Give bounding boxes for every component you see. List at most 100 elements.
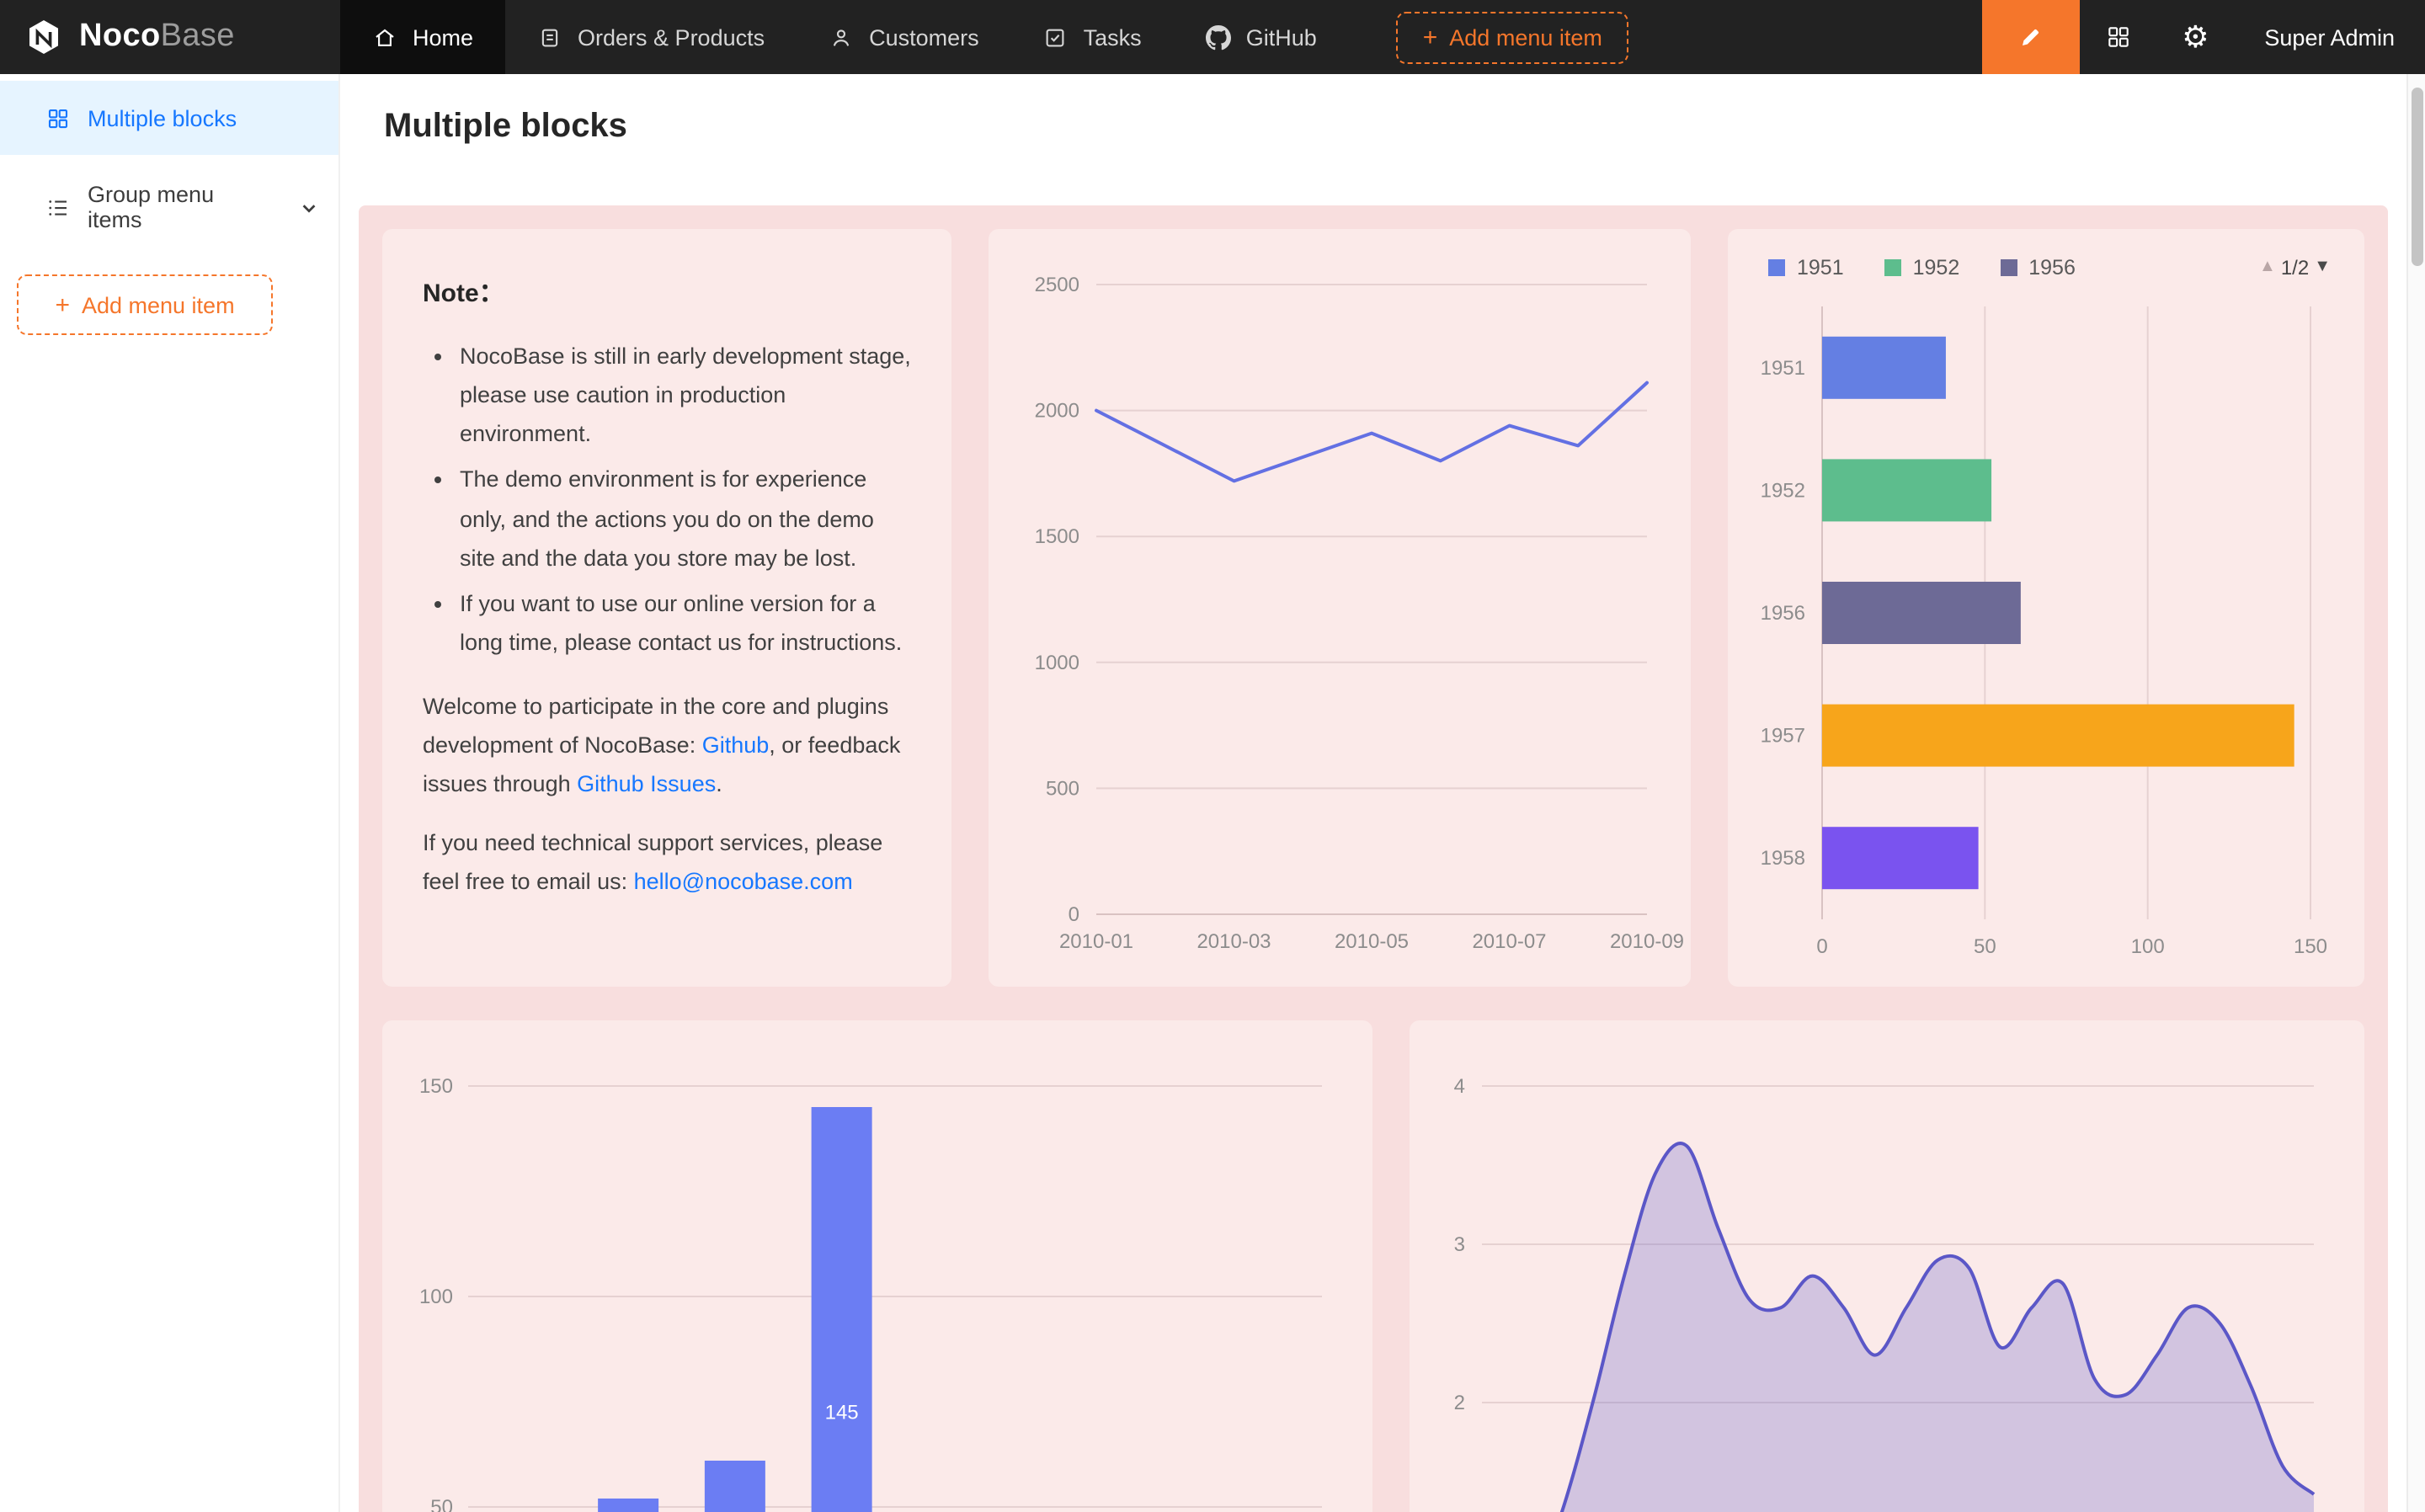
line-chart-card: 050010001500200025002010-012010-032010-0… <box>989 229 1691 987</box>
github-issues-link[interactable]: Github Issues <box>577 771 716 796</box>
column-chart: 5010015038526114548 <box>382 1020 1372 1512</box>
note-bullet: If you want to use our online version fo… <box>460 584 911 663</box>
nav-item-label: GitHub <box>1246 24 1317 50</box>
customers-icon <box>829 24 854 50</box>
ui-editor-button[interactable] <box>1981 0 2079 74</box>
svg-text:145: 145 <box>825 1402 859 1424</box>
legend-swatch <box>1768 259 1785 276</box>
sidebar-item-multiple-blocks[interactable]: Multiple blocks <box>0 81 338 155</box>
github-link[interactable]: Github <box>702 732 770 758</box>
plugin-manager-button[interactable] <box>2079 0 2156 74</box>
area-chart: 234 <box>1410 1020 2364 1512</box>
legend-page-indicator: 1/2 <box>2281 256 2309 280</box>
add-menu-item-label: Add menu item <box>82 292 235 317</box>
email-link[interactable]: hello@nocobase.com <box>634 870 853 895</box>
svg-text:0: 0 <box>1816 935 1827 958</box>
svg-text:2010-01: 2010-01 <box>1059 930 1133 953</box>
nav-item-customers[interactable]: Customers <box>797 0 1011 74</box>
line-chart: 050010001500200025002010-012010-032010-0… <box>989 229 1691 987</box>
legend-item-1951[interactable]: 1951 <box>1768 256 1844 280</box>
svg-text:0: 0 <box>1069 903 1079 926</box>
svg-text:1956: 1956 <box>1761 602 1805 625</box>
nav-item-home[interactable]: Home <box>340 0 505 74</box>
svg-text:100: 100 <box>2131 935 2165 958</box>
nav-item-label: Customers <box>869 24 979 50</box>
legend-label: 1951 <box>1797 256 1844 280</box>
blocks-row-1: Note： NocoBase is still in early develop… <box>382 229 2364 987</box>
svg-text:2010-07: 2010-07 <box>1472 930 1546 953</box>
nocobase-logo-icon <box>24 17 64 57</box>
legend-label: 1956 <box>2028 256 2076 280</box>
note-card: Note： NocoBase is still in early develop… <box>382 229 951 987</box>
navbar-right-controls: ⚙ Super Admin <box>1981 0 2425 74</box>
plus-icon: + <box>55 292 70 317</box>
vertical-scrollbar[interactable] <box>2406 74 2425 1512</box>
svg-text:4: 4 <box>1454 1075 1465 1098</box>
nav-item-github[interactable]: GitHub <box>1174 0 1349 74</box>
sidebar-item-group-menu-items[interactable]: Group menu items <box>0 170 338 244</box>
legend-item-1956[interactable]: 1956 <box>2000 256 2076 280</box>
nocobase-logo[interactable]: NocoBase <box>0 0 340 74</box>
nav-item-orders-products[interactable]: Orders & Products <box>505 0 797 74</box>
nav-item-label: Tasks <box>1084 24 1142 50</box>
legend-prev-icon[interactable]: ▲ <box>2259 259 2276 276</box>
svg-text:500: 500 <box>1046 777 1079 800</box>
legend-next-icon[interactable]: ▼ <box>2314 259 2331 276</box>
svg-text:50: 50 <box>430 1496 453 1512</box>
note-title: Note： <box>423 273 911 317</box>
legend-swatch <box>2000 259 2017 276</box>
nav-item-tasks[interactable]: Tasks <box>1011 0 1174 74</box>
blocks-icon <box>45 105 71 130</box>
svg-text:1957: 1957 <box>1761 725 1805 748</box>
legend-item-1952[interactable]: 1952 <box>1884 256 1960 280</box>
svg-text:150: 150 <box>2294 935 2327 958</box>
svg-text:1952: 1952 <box>1761 479 1805 502</box>
body-row: Multiple blocks Group menu items + Add m… <box>0 74 2425 1512</box>
settings-button[interactable]: ⚙ <box>2156 0 2234 74</box>
navbar-add-menu-item-button[interactable]: + Add menu item <box>1396 11 1629 63</box>
chart-legend: 1951 1952 1956 ▲ 1/2 ▼ <box>1728 229 2364 283</box>
svg-text:1500: 1500 <box>1035 525 1079 548</box>
nav-item-label: Home <box>413 24 473 50</box>
svg-text:1000: 1000 <box>1035 652 1079 674</box>
list-icon <box>45 194 71 220</box>
note-paragraph-support: If you need technical support services, … <box>423 823 911 902</box>
bar-chart-card: 1951 1952 1956 ▲ 1/2 ▼ 0 50 100 150 1951 1952… <box>1728 229 2364 987</box>
sidebar-item-label: Multiple blocks <box>88 105 237 130</box>
page-title: Multiple blocks <box>384 107 627 146</box>
sidebar: Multiple blocks Group menu items + Add m… <box>0 74 340 1512</box>
legend-swatch <box>1884 259 1901 276</box>
grid-icon <box>2104 24 2131 51</box>
main-area: Multiple blocks Note： NocoBase is still … <box>340 74 2425 1512</box>
page-header: Multiple blocks <box>340 74 2425 178</box>
blocks-row-2: 5010015038526114548 234 <box>382 1020 2364 1512</box>
blocks-container: Note： NocoBase is still in early develop… <box>359 205 2388 1512</box>
svg-text:1951: 1951 <box>1761 357 1805 380</box>
highlighter-pen-icon <box>2017 24 2044 51</box>
app-viewport: NocoBase Home Orders & Products Customer… <box>0 0 2425 1512</box>
area-chart-card: 234 <box>1410 1020 2364 1512</box>
note-bullet: The demo environment is for experience o… <box>460 461 911 578</box>
column-chart-card: 5010015038526114548 <box>382 1020 1372 1512</box>
user-menu[interactable]: Super Admin <box>2234 0 2425 74</box>
github-icon <box>1206 24 1231 50</box>
legend-pager: ▲ 1/2 ▼ <box>2259 256 2331 280</box>
tasks-icon <box>1043 24 1069 50</box>
note-text: . <box>716 771 722 796</box>
svg-text:2010-09: 2010-09 <box>1610 930 1684 953</box>
orders-icon <box>537 24 562 50</box>
svg-text:3: 3 <box>1454 1233 1465 1256</box>
svg-text:50: 50 <box>1974 935 1996 958</box>
sidebar-add-menu-item-button[interactable]: + Add menu item <box>17 274 273 335</box>
nav-item-label: Orders & Products <box>578 24 765 50</box>
add-menu-item-label: Add menu item <box>1449 24 1602 50</box>
page-content: Note： NocoBase is still in early develop… <box>340 178 2425 1512</box>
top-navbar: NocoBase Home Orders & Products Customer… <box>0 0 2425 74</box>
horizontal-bar-chart: 05010015019511952195619571958 <box>1728 283 2364 987</box>
svg-text:2010-03: 2010-03 <box>1197 930 1271 953</box>
chevron-down-icon <box>300 198 318 216</box>
sidebar-item-label: Group menu items <box>88 182 274 232</box>
scrollbar-thumb[interactable] <box>2412 88 2423 266</box>
gear-icon: ⚙ <box>2182 22 2209 52</box>
svg-text:2500: 2500 <box>1035 274 1079 296</box>
